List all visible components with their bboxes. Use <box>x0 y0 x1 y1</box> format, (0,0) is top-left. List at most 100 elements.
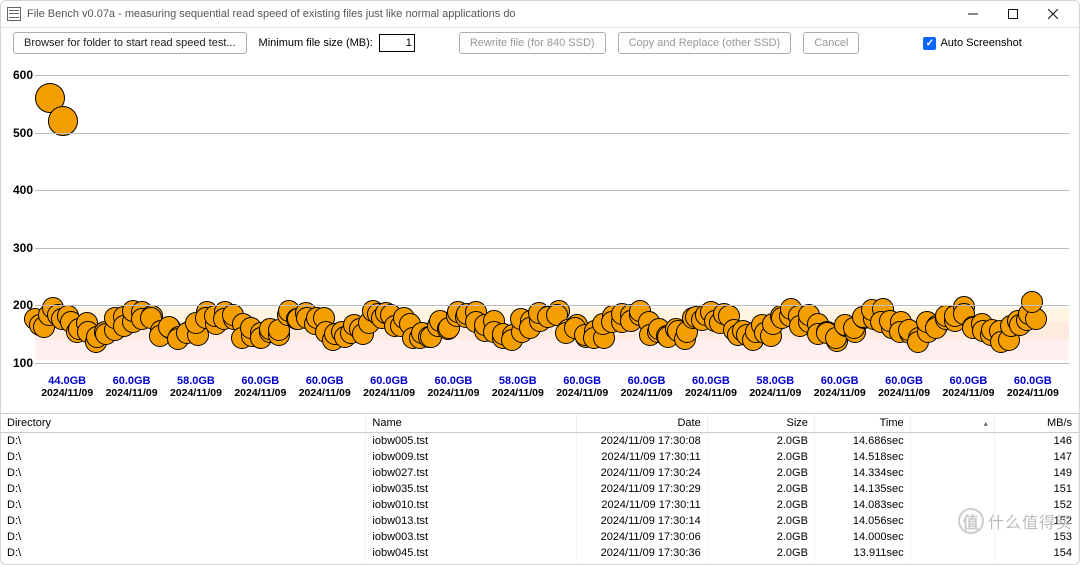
y-axis-tick: 400 <box>3 183 33 197</box>
table-row[interactable]: D:\iobw035.tst2024/11/09 17:30:292.0GB14… <box>1 481 1079 497</box>
table-cell: 146 <box>994 433 1078 450</box>
checkbox-checked-icon <box>923 37 936 50</box>
table-cell: 2024/11/09 17:30:11 <box>577 497 707 513</box>
x-axis-tick: 58.0GB2024/11/09 <box>743 375 807 399</box>
chart-plot-area <box>35 60 1069 402</box>
table-cell: 2024/11/09 17:30:06 <box>577 529 707 545</box>
table-row[interactable]: D:\iobw013.tst2024/11/09 17:30:142.0GB14… <box>1 513 1079 529</box>
x-axis-tick: 60.0GB2024/11/09 <box>550 375 614 399</box>
column-header[interactable]: ▴ <box>910 414 994 433</box>
table-cell <box>910 545 994 561</box>
table-cell <box>910 433 994 450</box>
table-cell: D:\ <box>1 433 366 450</box>
copy-replace-button[interactable]: Copy and Replace (other SSD) <box>618 32 792 54</box>
close-button[interactable] <box>1033 1 1073 27</box>
table-cell <box>910 497 994 513</box>
toolbar: Browser for folder to start read speed t… <box>1 28 1079 58</box>
table-cell: 152 <box>994 497 1078 513</box>
x-axis-tick: 60.0GB2024/11/09 <box>293 375 357 399</box>
table-cell: 2.0GB <box>707 529 814 545</box>
auto-screenshot-checkbox[interactable]: Auto Screenshot <box>923 37 1021 50</box>
table-cell: D:\ <box>1 481 366 497</box>
column-header[interactable]: Name <box>366 414 577 433</box>
table-cell <box>910 481 994 497</box>
y-axis-tick: 300 <box>3 241 33 255</box>
x-axis-tick: 58.0GB2024/11/09 <box>164 375 228 399</box>
browse-folder-button[interactable]: Browser for folder to start read speed t… <box>13 32 247 54</box>
minimize-button[interactable] <box>953 1 993 27</box>
table-cell: iobw009.tst <box>366 449 577 465</box>
table-cell: 2.0GB <box>707 465 814 481</box>
table-cell: 2024/11/09 17:30:11 <box>577 449 707 465</box>
table-cell: 2.0GB <box>707 449 814 465</box>
x-axis-tick: 58.0GB2024/11/09 <box>486 375 550 399</box>
table-cell: 14.000sec <box>814 529 910 545</box>
table-cell: 14.056sec <box>814 513 910 529</box>
table-cell: 2.0GB <box>707 433 814 450</box>
x-axis-tick: 60.0GB2024/11/09 <box>614 375 678 399</box>
table-row[interactable]: D:\iobw009.tst2024/11/09 17:30:112.0GB14… <box>1 449 1079 465</box>
table-cell: iobw005.tst <box>366 433 577 450</box>
x-axis-tick: 60.0GB2024/11/09 <box>99 375 163 399</box>
results-table: DirectoryNameDateSizeTime▴MB/s D:\iobw00… <box>1 414 1079 561</box>
x-axis-tick: 60.0GB2024/11/09 <box>421 375 485 399</box>
table-row[interactable]: D:\iobw045.tst2024/11/09 17:30:362.0GB13… <box>1 545 1079 561</box>
column-header[interactable]: Directory <box>1 414 366 433</box>
column-header[interactable]: Date <box>577 414 707 433</box>
table-cell: 14.686sec <box>814 433 910 450</box>
table-cell: 2.0GB <box>707 545 814 561</box>
speed-chart: 44.0GB2024/11/0960.0GB2024/11/0958.0GB20… <box>35 60 1069 402</box>
table-cell: 14.518sec <box>814 449 910 465</box>
window-title: File Bench v0.07a - measuring sequential… <box>27 8 953 20</box>
table-body: D:\iobw005.tst2024/11/09 17:30:082.0GB14… <box>1 433 1079 562</box>
column-header[interactable]: Time <box>814 414 910 433</box>
table-cell: 2.0GB <box>707 481 814 497</box>
table-cell <box>910 513 994 529</box>
table-cell: 151 <box>994 481 1078 497</box>
auto-screenshot-label: Auto Screenshot <box>940 37 1021 49</box>
column-header[interactable]: MB/s <box>994 414 1078 433</box>
column-header[interactable]: Size <box>707 414 814 433</box>
table-cell: D:\ <box>1 513 366 529</box>
table-cell: iobw045.tst <box>366 545 577 561</box>
x-axis-tick: 60.0GB2024/11/09 <box>936 375 1000 399</box>
table-cell: 2024/11/09 17:30:24 <box>577 465 707 481</box>
min-file-size-input[interactable] <box>379 34 415 52</box>
y-axis-tick: 500 <box>3 126 33 140</box>
table-row[interactable]: D:\iobw027.tst2024/11/09 17:30:242.0GB14… <box>1 465 1079 481</box>
y-axis-tick: 100 <box>3 356 33 370</box>
table-cell: iobw003.tst <box>366 529 577 545</box>
maximize-button[interactable] <box>993 1 1033 27</box>
rewrite-file-button[interactable]: Rewrite file (for 840 SSD) <box>459 32 606 54</box>
x-axis-tick: 60.0GB2024/11/09 <box>357 375 421 399</box>
cancel-button[interactable]: Cancel <box>803 32 859 54</box>
app-icon <box>7 7 21 21</box>
table-cell: 153 <box>994 529 1078 545</box>
table-row[interactable]: D:\iobw003.tst2024/11/09 17:30:062.0GB14… <box>1 529 1079 545</box>
table-cell: 13.911sec <box>814 545 910 561</box>
min-file-size-group: Minimum file size (MB): <box>259 34 415 52</box>
table-row[interactable]: D:\iobw005.tst2024/11/09 17:30:082.0GB14… <box>1 433 1079 450</box>
x-axis-tick: 60.0GB2024/11/09 <box>1001 375 1065 399</box>
table-cell: 14.083sec <box>814 497 910 513</box>
table-cell: D:\ <box>1 497 366 513</box>
table-cell <box>910 465 994 481</box>
app-window: File Bench v0.07a - measuring sequential… <box>0 0 1080 565</box>
table-cell: D:\ <box>1 529 366 545</box>
min-file-size-label: Minimum file size (MB): <box>259 37 373 49</box>
chart-x-axis: 44.0GB2024/11/0960.0GB2024/11/0958.0GB20… <box>35 375 1065 399</box>
table-cell: iobw010.tst <box>366 497 577 513</box>
x-axis-tick: 60.0GB2024/11/09 <box>808 375 872 399</box>
table-cell: 14.135sec <box>814 481 910 497</box>
table-cell: iobw035.tst <box>366 481 577 497</box>
y-axis-tick: 600 <box>3 68 33 82</box>
table-cell: 154 <box>994 545 1078 561</box>
window-controls <box>953 1 1073 27</box>
results-table-wrap: DirectoryNameDateSizeTime▴MB/s D:\iobw00… <box>1 413 1079 564</box>
table-cell: 147 <box>994 449 1078 465</box>
table-header-row: DirectoryNameDateSizeTime▴MB/s <box>1 414 1079 433</box>
table-cell: 149 <box>994 465 1078 481</box>
table-cell: 2024/11/09 17:30:14 <box>577 513 707 529</box>
x-axis-tick: 60.0GB2024/11/09 <box>872 375 936 399</box>
table-row[interactable]: D:\iobw010.tst2024/11/09 17:30:112.0GB14… <box>1 497 1079 513</box>
